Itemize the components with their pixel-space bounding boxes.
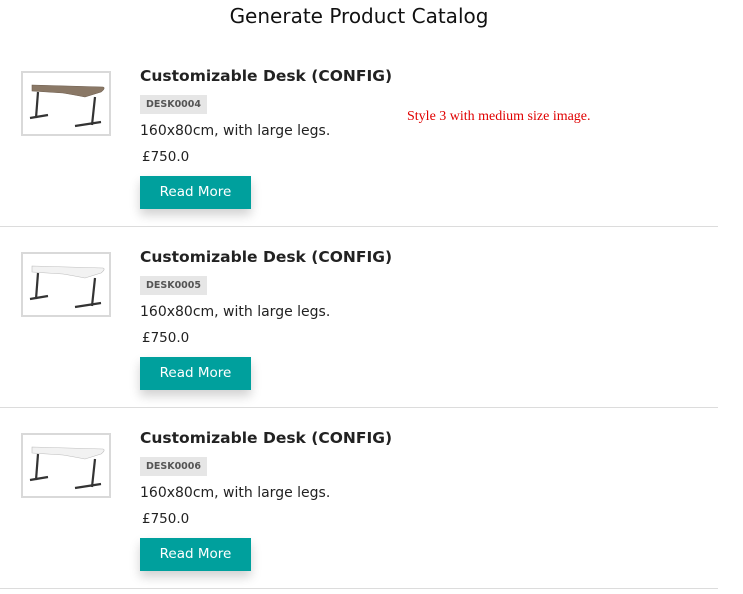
product-description: 160x80cm, with large legs. bbox=[140, 123, 331, 139]
product-card: Customizable Desk (CONFIG) DESK0005 160x… bbox=[0, 227, 718, 408]
product-image[interactable] bbox=[21, 71, 111, 136]
product-image[interactable] bbox=[21, 433, 111, 498]
page-title: Generate Product Catalog bbox=[229, 4, 489, 28]
product-image[interactable] bbox=[21, 252, 111, 317]
product-price: £750.0 bbox=[142, 511, 190, 527]
desk-icon bbox=[29, 446, 105, 490]
sku-badge: DESK0006 bbox=[140, 457, 207, 476]
sku-badge: DESK0005 bbox=[140, 276, 207, 295]
product-name[interactable]: Customizable Desk (CONFIG) bbox=[140, 429, 392, 447]
product-price: £750.0 bbox=[142, 330, 190, 346]
product-name[interactable]: Customizable Desk (CONFIG) bbox=[140, 248, 392, 266]
product-card: Customizable Desk (CONFIG) DESK0006 160x… bbox=[0, 408, 718, 589]
sku-badge: DESK0004 bbox=[140, 95, 207, 114]
product-description: 160x80cm, with large legs. bbox=[140, 304, 331, 320]
product-name[interactable]: Customizable Desk (CONFIG) bbox=[140, 67, 392, 85]
read-more-button[interactable]: Read More bbox=[140, 176, 251, 209]
product-card: Customizable Desk (CONFIG) DESK0004 160x… bbox=[0, 46, 718, 227]
product-price: £750.0 bbox=[142, 149, 190, 165]
product-description: 160x80cm, with large legs. bbox=[140, 485, 331, 501]
desk-icon bbox=[29, 84, 105, 128]
read-more-button[interactable]: Read More bbox=[140, 538, 251, 571]
read-more-button[interactable]: Read More bbox=[140, 357, 251, 390]
desk-icon bbox=[29, 265, 105, 309]
